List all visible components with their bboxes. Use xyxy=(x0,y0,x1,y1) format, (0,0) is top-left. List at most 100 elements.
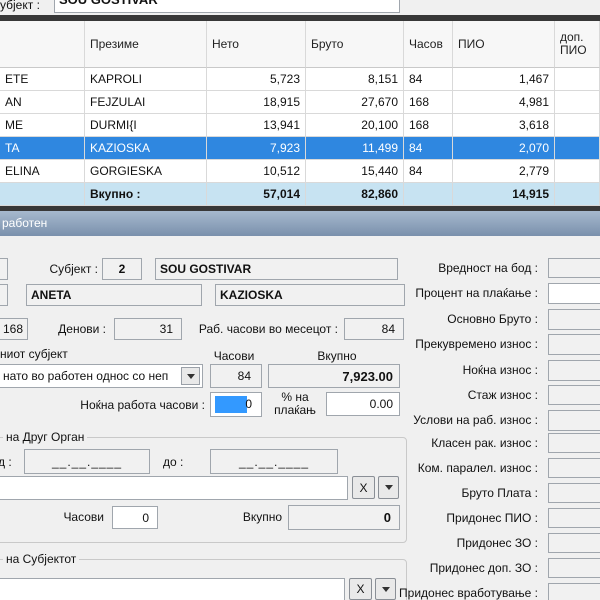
col-header-bruto[interactable]: Бруто xyxy=(306,21,404,68)
total-hours-field: 168 xyxy=(0,318,28,340)
cell-surname: DURMI{I xyxy=(85,114,207,137)
table-row[interactable]: AN FEJZULAI 18,915 27,670 168 4,981 xyxy=(0,91,600,114)
cell-bruto: 8,151 xyxy=(306,68,404,91)
cell-hours: 84 xyxy=(404,68,453,91)
chevron-down-icon[interactable] xyxy=(181,367,200,385)
amount-field xyxy=(548,385,600,405)
combo-dropdown-button[interactable] xyxy=(378,476,399,499)
last-name-value: KAZIOSKA xyxy=(220,288,283,302)
amount-label: Придонес доп. ЗО : xyxy=(430,561,538,575)
cell-neto: 18,915 xyxy=(207,91,306,114)
table-row[interactable]: ELINA GORGIESKA 10,512 15,440 84 2,779 xyxy=(0,160,600,183)
totals-bruto: 82,860 xyxy=(306,183,404,206)
date-from-input[interactable]: __.__.____ xyxy=(24,449,150,474)
amount-field xyxy=(548,533,600,553)
amount-field xyxy=(548,433,600,453)
cell-hours: 168 xyxy=(404,114,453,137)
table-row-selected[interactable]: TA KAZIOSKA 7,923 11,499 84 2,070 xyxy=(0,137,600,160)
amount-field xyxy=(548,483,600,503)
cell-empty xyxy=(0,183,85,206)
col-header-dop-pio[interactable]: доп. ПИО xyxy=(555,21,600,68)
subject-name-value: SOU GOSTIVAR xyxy=(160,262,251,276)
days-field: 31 xyxy=(114,318,182,340)
combo-dropdown-button[interactable] xyxy=(375,578,396,600)
amount-field[interactable] xyxy=(548,283,600,304)
totals-hours xyxy=(404,183,453,206)
clear-button[interactable]: X xyxy=(349,578,372,600)
col-header-surname[interactable]: Презиме xyxy=(85,21,207,68)
other-hours-label: Часови xyxy=(40,510,104,524)
top-subject-field[interactable]: SOU GOSTIVAR xyxy=(54,0,400,13)
cell-dop-pio xyxy=(555,137,600,160)
cell-hours: 168 xyxy=(404,91,453,114)
date-from-mask: __.__.____ xyxy=(52,455,122,469)
primary-total-field: 7,923.00 xyxy=(268,364,400,388)
amount-field xyxy=(548,508,600,528)
clear-x-icon: X xyxy=(356,582,364,596)
amount-label: Стаж износ : xyxy=(468,388,538,402)
col-header-pio[interactable]: ПИО xyxy=(453,21,555,68)
employee-section-bar: работен xyxy=(0,211,600,236)
cell-hours: 84 xyxy=(404,137,453,160)
subject-combobox[interactable] xyxy=(0,578,345,600)
amount-label: Прекувремено износ : xyxy=(415,337,538,351)
relation-dropdown[interactable]: нато во работен однос со неп xyxy=(0,364,203,388)
top-subject-label: убјект : xyxy=(0,0,40,12)
cell-pio: 2,070 xyxy=(453,137,555,160)
totals-dop-pio xyxy=(555,183,600,206)
amount-field xyxy=(548,360,600,381)
first-name-field: ANETA xyxy=(26,284,202,306)
relation-dropdown-value: нато во работен однос со неп xyxy=(3,369,168,383)
amount-label: Процент на плаќање : xyxy=(415,286,538,300)
amount-label: Вредност на бод : xyxy=(438,261,538,275)
table-row[interactable]: ME DURMI{I 13,941 20,100 168 3,618 xyxy=(0,114,600,137)
percent-label: % на плаќањ xyxy=(266,391,324,417)
cell-hours: 84 xyxy=(404,160,453,183)
col-header-neto[interactable]: Нето xyxy=(207,21,306,68)
col-header-hours[interactable]: Часов xyxy=(404,21,453,68)
month-hours-label: Раб. часови во месецот : xyxy=(190,322,338,336)
amount-label: Ком. паралел. износ : xyxy=(418,461,538,475)
other-org-combobox[interactable] xyxy=(0,476,348,500)
percent-input[interactable]: 0.00 xyxy=(326,392,400,416)
grid-header-row: Презиме Нето Бруто Часов ПИО доп. ПИО xyxy=(0,21,600,68)
last-name-field: KAZIOSKA xyxy=(215,284,405,306)
cell-bruto: 27,670 xyxy=(306,91,404,114)
cell-neto: 13,941 xyxy=(207,114,306,137)
date-to-label: до : xyxy=(163,455,183,469)
cell-pio: 2,779 xyxy=(453,160,555,183)
other-hours-input[interactable]: 0 xyxy=(112,506,158,529)
chevron-down-icon xyxy=(385,485,393,490)
cutoff-field xyxy=(0,258,8,280)
days-value: 31 xyxy=(160,322,173,336)
cell-name: TA xyxy=(0,137,85,160)
cell-neto: 10,512 xyxy=(207,160,306,183)
cell-pio: 4,981 xyxy=(453,91,555,114)
col-header-name[interactable] xyxy=(0,21,85,68)
other-hours-value: 0 xyxy=(142,511,149,525)
cell-name: ELINA xyxy=(0,160,85,183)
amount-field xyxy=(548,309,600,330)
amount-field xyxy=(548,334,600,355)
night-work-value: 0 xyxy=(245,397,252,411)
other-total-field: 0 xyxy=(288,505,400,530)
night-work-input[interactable]: 0 xyxy=(210,392,262,417)
cutoff-field xyxy=(0,284,8,306)
cell-dop-pio xyxy=(555,114,600,137)
app-window: убјект : SOU GOSTIVAR Презиме Нето Бруто… xyxy=(0,0,600,600)
amount-field xyxy=(548,410,600,431)
date-to-mask: __.__.____ xyxy=(239,455,309,469)
date-to-input[interactable]: __.__.____ xyxy=(210,449,338,474)
cell-neto: 5,723 xyxy=(207,68,306,91)
amount-label: Бруто Плата : xyxy=(461,486,538,500)
cell-bruto: 15,440 xyxy=(306,160,404,183)
cell-pio: 1,467 xyxy=(453,68,555,91)
clear-button[interactable]: X xyxy=(352,476,375,499)
subject-code-value: 2 xyxy=(119,262,126,276)
totals-label: Вкупно : xyxy=(85,183,207,206)
cell-pio: 3,618 xyxy=(453,114,555,137)
table-row[interactable]: ETE KAPROLI 5,723 8,151 84 1,467 xyxy=(0,68,600,91)
other-org-group-title: на Друг Орган xyxy=(3,430,87,444)
subject-label: Субјект : xyxy=(30,262,98,276)
primary-hours-field: 84 xyxy=(210,364,262,388)
